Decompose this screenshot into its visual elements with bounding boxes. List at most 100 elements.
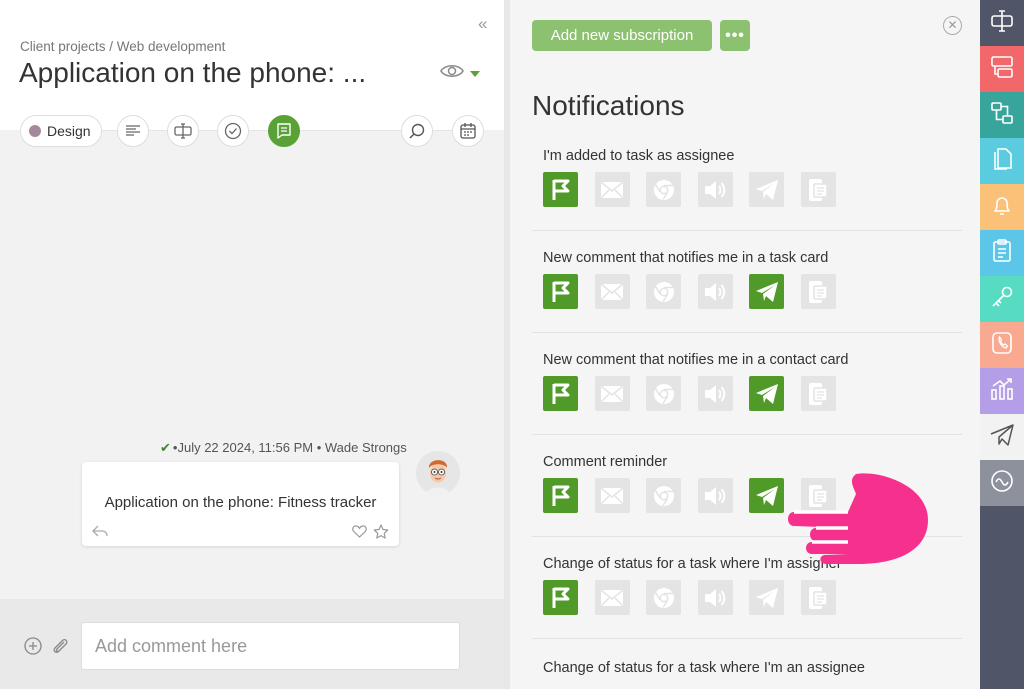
notification-row-label: New comment that notifies me in a contac…: [543, 352, 849, 368]
custom-fields-button[interactable]: [167, 115, 199, 147]
mail-icon[interactable]: [594, 478, 630, 513]
nav-item-reports[interactable]: [980, 368, 1024, 414]
nav-item-integrations[interactable]: [980, 460, 1024, 506]
mail-icon[interactable]: [594, 376, 630, 411]
telegram-icon[interactable]: [749, 580, 784, 615]
close-icon[interactable]: ✕: [943, 16, 962, 35]
flag-icon[interactable]: [543, 274, 578, 309]
comments-button[interactable]: [268, 115, 300, 147]
mail-icon[interactable]: [594, 580, 630, 615]
telegram-icon[interactable]: [749, 274, 784, 309]
message-date: July 22 2024, 11:56 PM: [177, 440, 314, 455]
channel-icons: [543, 172, 852, 207]
task-header: « Client projects / Web development Appl…: [0, 0, 504, 130]
chevron-down-icon[interactable]: [470, 71, 480, 77]
sound-icon[interactable]: [697, 478, 733, 513]
collapse-panel-button[interactable]: «: [478, 14, 487, 34]
reply-icon[interactable]: [92, 524, 108, 543]
browser-icon[interactable]: [646, 376, 681, 411]
notifications-title: Notifications: [532, 90, 685, 121]
paper-plane-icon: [990, 423, 1014, 451]
calendar-icon: [460, 123, 476, 139]
task-panel: « Client projects / Web development Appl…: [0, 0, 504, 689]
sound-icon[interactable]: [697, 172, 733, 207]
search-button[interactable]: [401, 115, 433, 147]
board-icon: [990, 55, 1014, 84]
star-icon[interactable]: [373, 524, 389, 544]
tag-color-dot: [29, 125, 41, 137]
notification-row-label: Comment reminder: [543, 454, 668, 470]
add-subscription-button[interactable]: Add new subscription: [532, 20, 712, 51]
browser-icon[interactable]: [646, 580, 681, 615]
nav-item-telegram[interactable]: [980, 414, 1024, 460]
message-author[interactable]: Wade Strongs: [325, 440, 407, 455]
chart-icon: [990, 377, 1014, 406]
nav-item-clipboard[interactable]: [980, 230, 1024, 276]
comment-input[interactable]: [81, 622, 460, 670]
sound-icon[interactable]: [697, 580, 733, 615]
sound-icon[interactable]: [697, 376, 733, 411]
nav-item-contacts[interactable]: [980, 322, 1024, 368]
side-nav: [980, 0, 1024, 689]
browser-icon[interactable]: [646, 478, 681, 513]
telegram-icon[interactable]: [749, 172, 784, 207]
more-options-button[interactable]: •••: [720, 20, 750, 51]
tag-design[interactable]: Design: [20, 115, 102, 147]
notification-row: New comment that notifies me in a task c…: [532, 238, 962, 333]
checklist-button[interactable]: [217, 115, 249, 147]
nav-item-notifications[interactable]: [980, 184, 1024, 230]
search-icon: [409, 123, 425, 139]
paperclip-icon[interactable]: [51, 636, 69, 661]
check-icon: ✔: [160, 440, 171, 455]
message-meta: ✔ •July 22 2024, 11:56 PM • Wade Strongs: [160, 440, 407, 455]
mobile-icon[interactable]: [800, 376, 836, 411]
wave-icon: [990, 469, 1014, 498]
check-circle-icon: [224, 122, 242, 140]
avatar[interactable]: [416, 451, 460, 495]
sound-icon[interactable]: [697, 274, 733, 309]
notification-row-label: Change of status for a task where I'm an…: [543, 660, 865, 676]
nav-item-boards[interactable]: [980, 46, 1024, 92]
comment-bar: [0, 599, 504, 689]
nav-item-processes[interactable]: [980, 92, 1024, 138]
eye-icon[interactable]: [440, 63, 464, 84]
process-icon: [990, 101, 1014, 130]
tag-label: Design: [47, 123, 91, 139]
browser-icon[interactable]: [646, 274, 681, 309]
mobile-icon[interactable]: [800, 172, 836, 207]
description-button[interactable]: [117, 115, 149, 147]
mobile-icon[interactable]: [800, 580, 836, 615]
mail-icon[interactable]: [594, 172, 630, 207]
nav-item-documents[interactable]: [980, 138, 1024, 184]
nav-item-passwords[interactable]: [980, 276, 1024, 322]
subscriptions-panel: Add new subscription ••• ✕ Notifications…: [510, 0, 980, 689]
message-bubble: Application on the phone: Fitness tracke…: [82, 462, 399, 546]
message-text: Application on the phone: Fitness tracke…: [104, 494, 377, 511]
documents-icon: [991, 147, 1013, 176]
flag-icon[interactable]: [543, 478, 578, 513]
browser-icon[interactable]: [646, 172, 681, 207]
flag-icon[interactable]: [543, 580, 578, 615]
telegram-icon[interactable]: [749, 376, 784, 411]
text-cursor-icon: [174, 123, 192, 139]
breadcrumb[interactable]: Client projects / Web development: [20, 39, 225, 54]
notification-row: New comment that notifies me in a contac…: [532, 340, 962, 435]
notification-row-label: New comment that notifies me in a task c…: [543, 250, 829, 266]
heart-icon[interactable]: [352, 525, 367, 543]
calendar-button[interactable]: [452, 115, 484, 147]
channel-icons: [543, 274, 852, 309]
phone-icon: [991, 331, 1013, 360]
key-icon: [990, 285, 1014, 314]
nav-item-tasks[interactable]: [980, 0, 1024, 46]
flag-icon[interactable]: [543, 172, 578, 207]
flag-icon[interactable]: [543, 376, 578, 411]
comment-icon: [277, 123, 291, 139]
plus-icon[interactable]: [24, 637, 42, 660]
task-title[interactable]: Application on the phone: ...: [19, 57, 366, 89]
telegram-icon[interactable]: [749, 478, 784, 513]
mail-icon[interactable]: [594, 274, 630, 309]
channel-icons: [543, 376, 852, 411]
text-cursor-icon: [990, 9, 1014, 37]
clipboard-icon: [991, 238, 1013, 268]
mobile-icon[interactable]: [800, 274, 836, 309]
